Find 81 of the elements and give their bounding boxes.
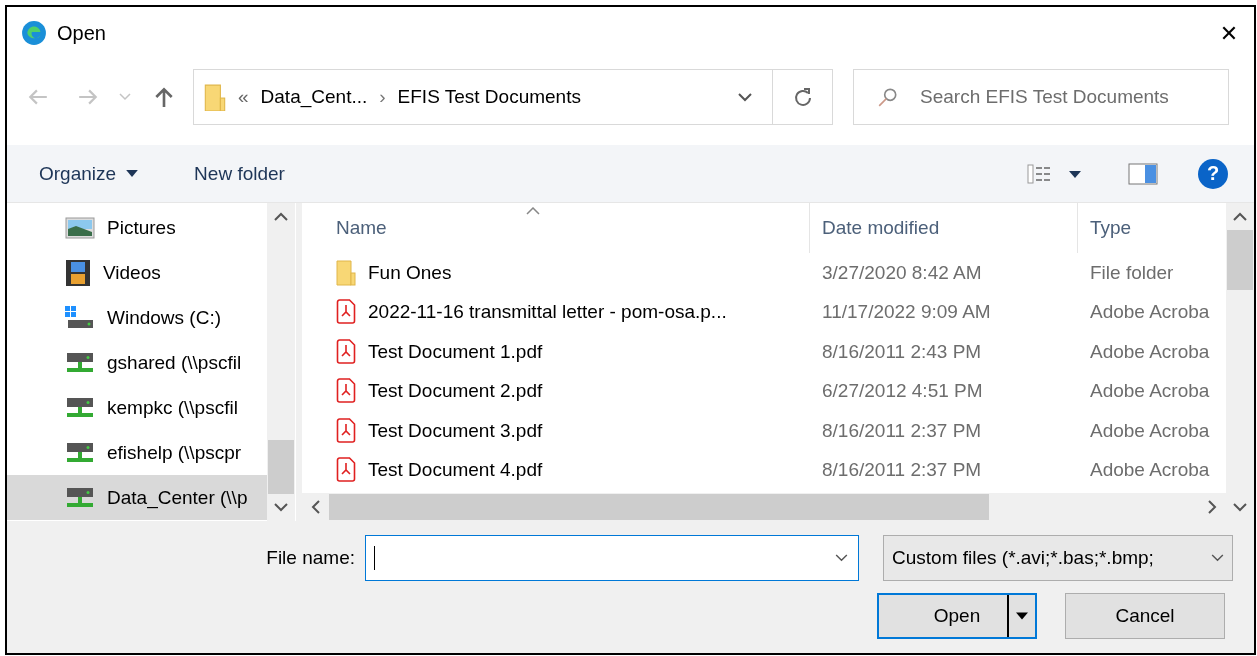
file-type: Adobe Acroba — [1090, 380, 1210, 403]
scroll-thumb[interactable] — [268, 440, 294, 494]
picture-icon — [65, 216, 95, 239]
chevron-down-icon[interactable] — [835, 554, 848, 562]
caret-icon[interactable] — [1016, 612, 1028, 620]
chevron-down-icon[interactable] — [1211, 554, 1224, 562]
refresh-button[interactable] — [773, 69, 833, 125]
window-title: Open — [57, 21, 106, 45]
file-type: Adobe Acroba — [1090, 340, 1210, 363]
column-header[interactable]: Date modified — [810, 203, 1078, 253]
file-name[interactable]: 2022-11-16 transmittal letter - pom-osa.p... — [368, 301, 727, 324]
pdf-file-icon — [336, 338, 356, 365]
dialog-button[interactable]: Open — [877, 593, 1037, 639]
file-name[interactable]: Test Document 1.pdf — [368, 340, 543, 363]
refresh-icon — [792, 87, 813, 107]
file-name-label: File name: — [265, 547, 355, 569]
network-drive-icon — [65, 485, 95, 510]
scroll-thumb[interactable] — [329, 494, 989, 520]
preview-pane-icon[interactable] — [1128, 162, 1158, 185]
file-name[interactable]: Test Document 2.pdf — [368, 380, 543, 403]
column-header[interactable]: Type — [1078, 203, 1226, 253]
date-modified: 3/27/2020 8:42 AM — [822, 261, 982, 284]
network-drive-icon — [65, 350, 95, 375]
pdf-file-icon — [336, 457, 356, 484]
file-type: Adobe Acroba — [1090, 459, 1210, 482]
film-icon — [65, 258, 91, 287]
sidebar-item[interactable]: Pictures — [7, 205, 267, 250]
sort-caret-icon — [526, 207, 540, 215]
scroll-down-icon[interactable] — [1233, 503, 1247, 512]
sidebar-item[interactable]: Videos — [7, 250, 267, 295]
date-modified: 8/16/2011 2:43 PM — [822, 340, 982, 363]
scrollbar[interactable] — [267, 203, 295, 521]
scroll-up-icon[interactable] — [1233, 212, 1247, 221]
date-modified: 8/16/2011 2:37 PM — [822, 459, 982, 482]
browser-logo-icon — [21, 20, 47, 46]
file-name[interactable]: Fun Ones — [368, 261, 452, 284]
file-type: File folder — [1090, 261, 1174, 284]
network-drive-icon — [65, 440, 95, 465]
sidebar-item[interactable]: Windows (C:) — [7, 295, 267, 340]
caret-icon — [126, 170, 139, 177]
file-name[interactable]: Test Document 4.pdf — [368, 459, 543, 482]
sidebar-item[interactable]: kempkc (\\pscfil — [7, 385, 267, 430]
folder-icon — [336, 259, 356, 286]
folder-icon — [204, 83, 226, 111]
sidebar-item[interactable]: gshared (\\pscfil — [7, 340, 267, 385]
file-name-field[interactable] — [365, 535, 859, 581]
overflow-chevrons[interactable]: « — [238, 86, 249, 108]
chevron-down-icon[interactable] — [738, 92, 752, 102]
network-drive-icon — [65, 395, 95, 420]
file-type: Adobe Acroba — [1090, 419, 1210, 442]
new-folder-button[interactable]: New folder — [186, 156, 293, 191]
dialog-button[interactable]: Cancel — [1065, 593, 1225, 639]
pdf-file-icon — [336, 378, 356, 405]
date-modified: 11/17/2022 9:09 AM — [822, 301, 991, 324]
breadcrumb-separator: › — [379, 86, 386, 108]
help-button[interactable]: ? — [1198, 158, 1228, 189]
file-name[interactable]: Test Document 3.pdf — [368, 419, 543, 442]
breadcrumb[interactable]: Data_Cent... — [260, 86, 368, 108]
date-modified: 8/16/2011 2:37 PM — [822, 419, 982, 442]
pdf-file-icon — [336, 299, 356, 326]
search-field[interactable]: Search EFIS Test Documents — [853, 69, 1229, 125]
up-arrow-icon[interactable] — [153, 86, 175, 108]
pdf-file-icon — [336, 417, 356, 444]
column-header[interactable]: Name — [302, 203, 810, 253]
breadcrumb[interactable]: EFIS Test Documents — [397, 86, 581, 108]
date-modified: 6/27/2012 4:51 PM — [822, 380, 983, 403]
file-type-dropdown[interactable]: Custom files (*.avi;*.bas;*.bmp; — [883, 535, 1233, 581]
drive-icon — [65, 305, 95, 330]
scroll-thumb[interactable] — [1227, 230, 1253, 290]
scroll-down-icon[interactable] — [274, 503, 288, 512]
organize-menu-button[interactable]: Organize — [31, 156, 147, 191]
scroll-right-icon[interactable] — [1208, 500, 1217, 514]
close-button[interactable]: ✕ — [1204, 11, 1254, 55]
address-bar[interactable]: « Data_Cent... › EFIS Test Documents — [193, 69, 773, 125]
sidebar-item[interactable]: Data_Center (\\p — [7, 475, 267, 520]
scrollbar[interactable] — [1226, 203, 1254, 521]
search-icon — [877, 86, 899, 108]
scroll-up-icon[interactable] — [274, 212, 288, 221]
sidebar-item[interactable]: efishelp (\\pscpr — [7, 430, 267, 475]
file-type: Adobe Acroba — [1090, 301, 1210, 324]
scroll-left-icon[interactable] — [311, 500, 320, 514]
